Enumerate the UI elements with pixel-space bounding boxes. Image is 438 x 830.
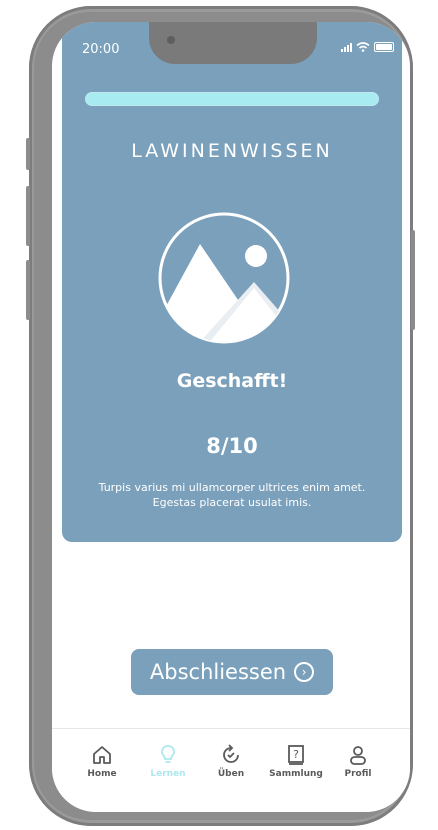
quiz-progress-bar [86,93,378,105]
notch [149,22,317,64]
volume-up-button [26,186,30,246]
wifi-icon [356,42,370,52]
nav-item-lernen[interactable]: Lernen [138,743,198,779]
phone-screen: LAWINENWISSEN Geschafft! 8/10 Turpis var… [52,22,410,812]
nav-item-ueben[interactable]: Üben [201,743,261,779]
volume-down-button [26,260,30,320]
home-icon [93,746,111,764]
nav-item-sammlung[interactable]: ? Sammlung [266,743,326,779]
user-icon [350,746,366,765]
chevron-right-circle-icon: › [294,662,315,682]
camera-icon [167,36,175,44]
question-book-icon: ? [288,745,304,765]
battery-icon [374,42,394,52]
bottom-navigation: Home Lernen Üben ? Sammlung Profil [52,728,410,812]
refresh-check-icon [223,744,239,763]
result-heading: Geschafft! [176,370,288,392]
nav-item-profil[interactable]: Profil [328,743,388,779]
nav-label-lernen: Lernen [150,769,186,779]
nav-label-sammlung: Sammlung [269,769,323,779]
quiz-title: LAWINENWISSEN [131,140,333,162]
lightbulb-icon [161,745,175,763]
result-description: Turpis varius mi ullamcorper ultrices en… [98,481,366,509]
power-button [411,230,415,330]
finish-button-label: Abschliessen [149,660,287,684]
finish-button[interactable]: Abschliessen › [131,649,333,695]
nav-label-ueben: Üben [217,769,245,779]
result-card: LAWINENWISSEN Geschafft! 8/10 Turpis var… [62,22,402,542]
score-value: 8/10 [206,434,258,458]
mute-switch [26,138,30,170]
status-icons [341,42,394,52]
svg-text:?: ? [293,748,299,761]
nav-label-profil: Profil [344,769,372,779]
nav-item-home[interactable]: Home [72,743,132,779]
signal-icon [341,42,352,52]
status-bar: 20:00 [52,22,410,64]
nav-label-home: Home [87,769,117,779]
image-placeholder-icon [158,212,290,344]
status-time: 20:00 [82,42,120,57]
